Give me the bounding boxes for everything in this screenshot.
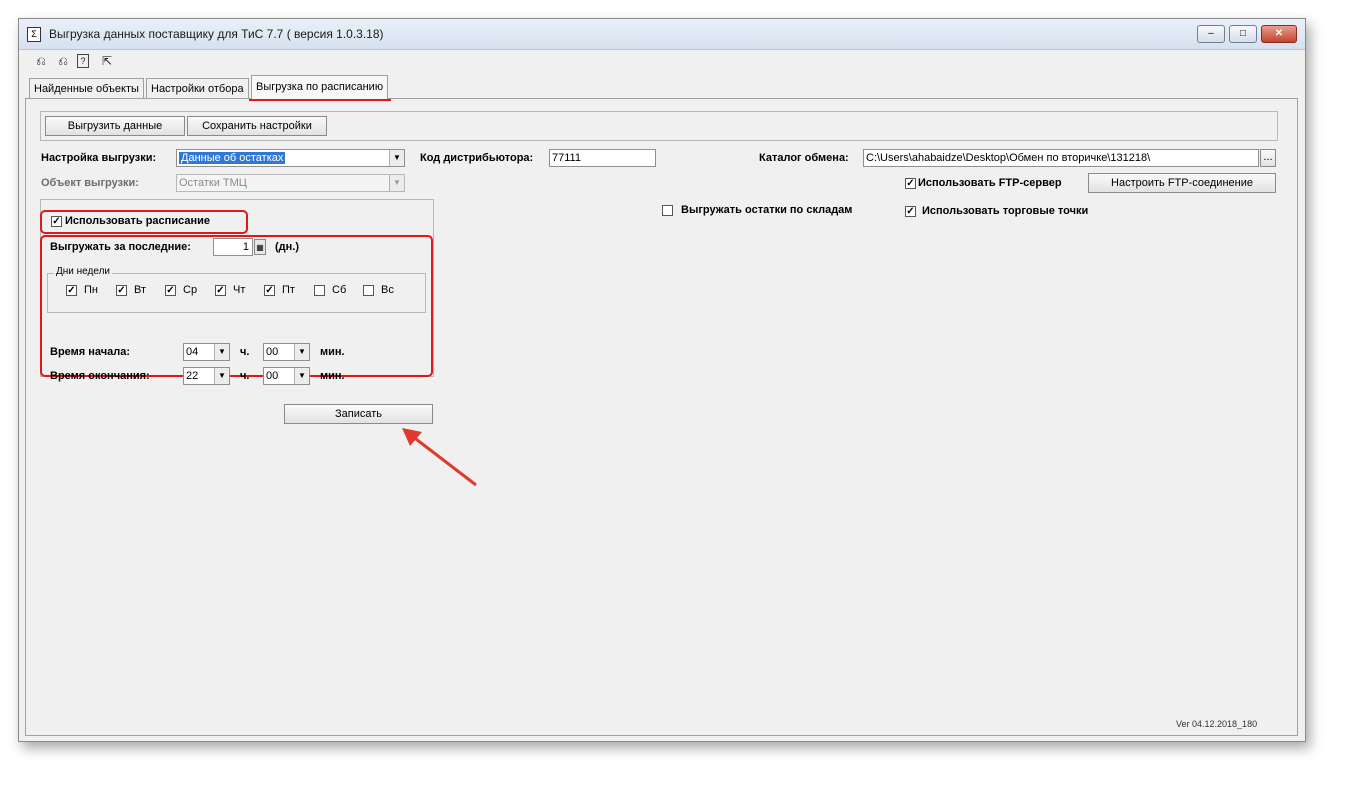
weekday-mon-label: Пн: [84, 284, 98, 296]
use-schedule-checkbox[interactable]: ✓: [51, 216, 62, 227]
use-trade-points-label: Использовать торговые точки: [922, 205, 1089, 217]
tab-filter-settings[interactable]: Настройки отбора: [146, 78, 249, 99]
weekday-fri-label: Пт: [282, 284, 295, 296]
end-hour-unit: ч.: [240, 370, 250, 382]
tab-found-objects[interactable]: Найденные объекты: [29, 78, 144, 99]
use-schedule-label: Использовать расписание: [65, 215, 210, 227]
start-hour-unit: ч.: [240, 346, 250, 358]
start-min-value: 00: [266, 346, 279, 358]
save-settings-button[interactable]: Сохранить настройки: [187, 116, 327, 136]
export-object-label: Объект выгрузки:: [41, 177, 139, 189]
export-data-button[interactable]: Выгрузить данные: [45, 116, 185, 136]
weekday-sun-label: Вс: [381, 284, 394, 296]
weekday-tue-checkbox[interactable]: ✓: [116, 285, 127, 296]
weekday-thu-label: Чт: [233, 284, 246, 296]
end-hour-select[interactable]: 22 ▼: [183, 367, 230, 385]
days-unit-label: (дн.): [275, 241, 300, 253]
annotation-arrow-icon: [402, 428, 477, 487]
write-button[interactable]: Записать: [284, 404, 433, 424]
export-object-select: Остатки ТМЦ ▼: [176, 174, 405, 192]
app-window: Σ Выгрузка данных поставщику для ТиС 7.7…: [18, 18, 1306, 742]
end-min-unit: мин.: [320, 370, 345, 382]
calculator-icon[interactable]: ▦: [254, 239, 266, 255]
lock-icon[interactable]: ⎌: [55, 53, 71, 69]
end-min-value: 00: [266, 370, 279, 382]
start-hour-select[interactable]: 04 ▼: [183, 343, 230, 361]
weekday-tue-label: Вт: [134, 284, 147, 296]
weekday-wed-checkbox[interactable]: ✓: [165, 285, 176, 296]
configure-ftp-button[interactable]: Настроить FTP-соединение: [1088, 173, 1276, 193]
use-trade-points-checkbox[interactable]: ✓: [905, 206, 916, 217]
start-hour-value: 04: [186, 346, 199, 358]
export-setting-select[interactable]: Данные об остатках ▼: [176, 149, 405, 167]
start-time-label: Время начала:: [50, 346, 131, 358]
chevron-down-icon[interactable]: ▼: [389, 150, 404, 166]
exchange-catalog-label: Каталог обмена:: [759, 152, 849, 164]
pointer-help-icon[interactable]: ⇱: [99, 53, 115, 69]
weekday-thu-checkbox[interactable]: ✓: [215, 285, 226, 296]
weekday-fri-checkbox[interactable]: ✓: [264, 285, 275, 296]
tab-scheduled-export[interactable]: Выгрузка по расписанию: [251, 75, 389, 100]
weekday-sun-checkbox[interactable]: [363, 285, 374, 296]
export-by-warehouses-label: Выгружать остатки по складам: [681, 204, 853, 216]
version-label: Ver 04.12.2018_180: [1176, 719, 1258, 729]
weekdays-legend: Дни недели: [54, 266, 113, 277]
distributor-code-input[interactable]: 77111: [549, 149, 656, 167]
chevron-down-icon: ▼: [389, 175, 404, 191]
chevron-down-icon[interactable]: ▼: [294, 368, 309, 384]
undo-icon[interactable]: ⎌: [33, 53, 49, 69]
export-last-label: Выгружать за последние:: [50, 241, 191, 253]
chevron-down-icon[interactable]: ▼: [294, 344, 309, 360]
window-title: Выгрузка данных поставщику для ТиС 7.7 (…: [49, 27, 384, 41]
weekday-wed-label: Ср: [183, 284, 198, 296]
close-button[interactable]: ✕: [1261, 25, 1297, 43]
export-setting-value: Данные об остатках: [179, 152, 286, 164]
export-last-days-input[interactable]: 1: [213, 238, 253, 256]
chevron-down-icon[interactable]: ▼: [214, 344, 229, 360]
title-bar: Σ Выгрузка данных поставщику для ТиС 7.7…: [19, 19, 1305, 50]
start-min-select[interactable]: 00 ▼: [263, 343, 310, 361]
weekday-sat-checkbox[interactable]: [314, 285, 325, 296]
minimize-button[interactable]: –: [1197, 25, 1225, 43]
end-min-select[interactable]: 00 ▼: [263, 367, 310, 385]
weekday-sat-label: Сб: [332, 284, 347, 296]
actions-group: Выгрузить данные Сохранить настройки: [40, 111, 1278, 141]
tab-panel: Выгрузить данные Сохранить настройки Нас…: [25, 98, 1298, 736]
exchange-catalog-input[interactable]: C:\Users\ahabaidze\Desktop\Обмен по втор…: [863, 149, 1259, 167]
weekday-mon-checkbox[interactable]: ✓: [66, 285, 77, 296]
tab-highlight-underline: [249, 99, 391, 101]
end-hour-value: 22: [186, 370, 199, 382]
distributor-code-label: Код дистрибьютора:: [420, 152, 534, 164]
export-by-warehouses-checkbox[interactable]: [662, 205, 673, 216]
start-min-unit: мин.: [320, 346, 345, 358]
export-setting-label: Настройка выгрузки:: [41, 152, 157, 164]
maximize-button[interactable]: □: [1229, 25, 1257, 43]
end-time-label: Время окончания:: [50, 370, 150, 382]
browse-button[interactable]: ...: [1260, 149, 1276, 167]
help-icon[interactable]: ?: [77, 54, 89, 68]
export-object-value: Остатки ТМЦ: [179, 177, 247, 189]
chevron-down-icon[interactable]: ▼: [214, 368, 229, 384]
use-ftp-label: Использовать FTP-сервер: [918, 177, 1062, 189]
app-icon: Σ: [27, 27, 41, 42]
use-ftp-checkbox[interactable]: ✓: [905, 178, 916, 189]
